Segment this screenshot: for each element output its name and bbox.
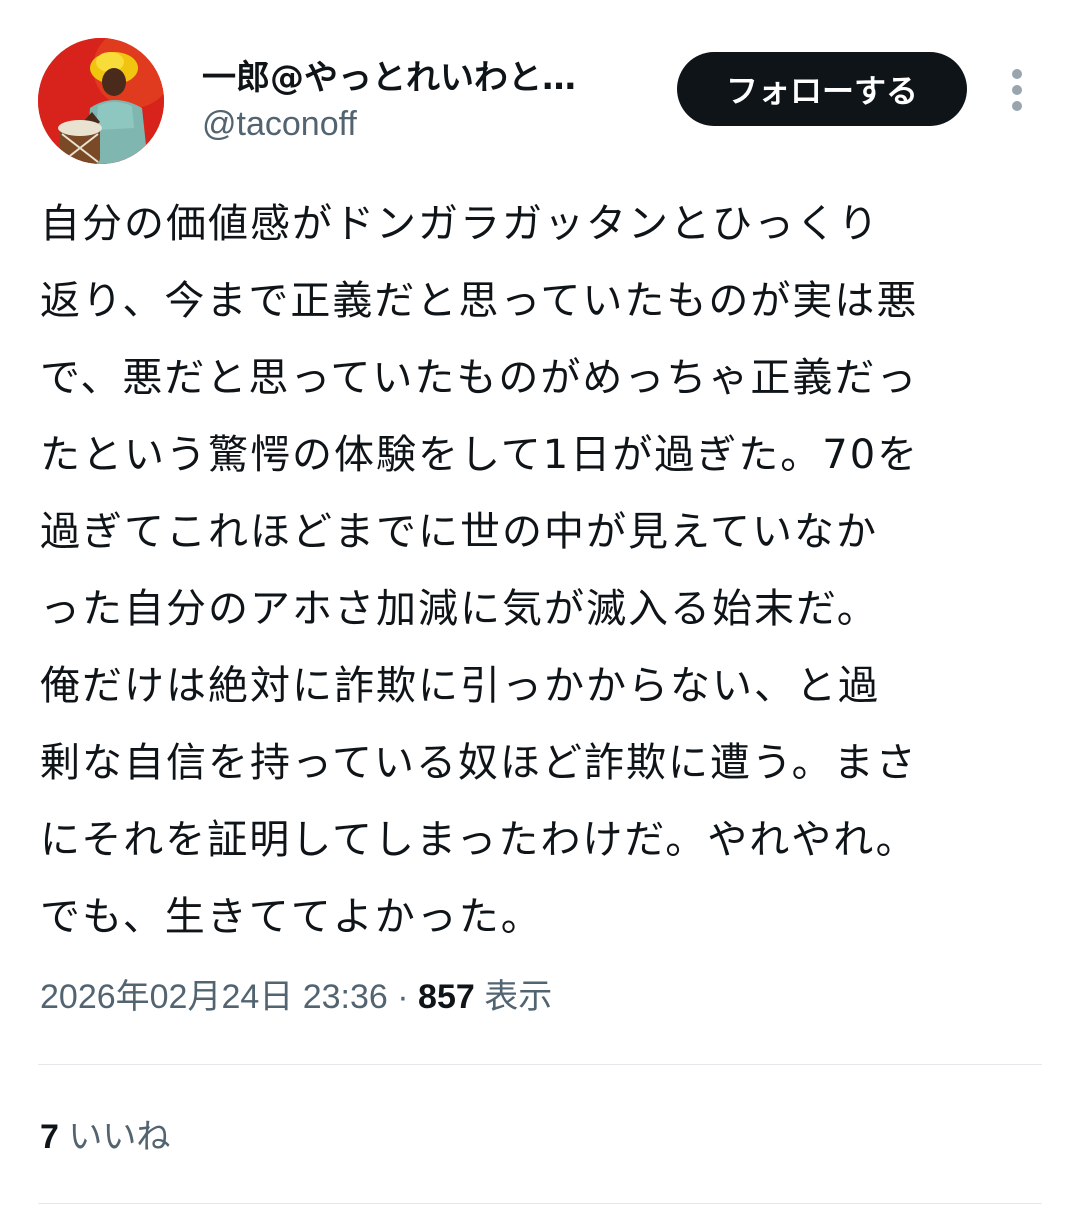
divider [38, 1203, 1042, 1204]
tweet-text-line: で、悪だと思っていたものがめっちゃ正義だっ [40, 355, 919, 401]
tweet-meta: 2026年02月24日 23:36 · 857 表示 [40, 972, 552, 1022]
meta-separator: · [387, 978, 419, 1016]
tweet-text-line: 返り、今まで正義だと思っていたものが実は悪 [40, 278, 919, 324]
tweet-text: 自分の価値感がドンガラガッタンとひっくり 返り、今まで正義だと思っていたものが実… [40, 186, 1050, 956]
tweet-text-line: 過ぎてこれほどまでに世の中が見えていなか [40, 509, 878, 555]
views-count: 857 [418, 978, 475, 1016]
avatar[interactable] [38, 38, 164, 164]
profile-photo-icon [38, 38, 164, 164]
user-handle[interactable]: @taconoff [202, 102, 357, 146]
timestamp[interactable]: 2026年02月24日 23:36 [40, 978, 388, 1016]
more-options-button[interactable] [1000, 66, 1034, 114]
tweet-text-line: でも、生きててよかった。 [40, 894, 543, 940]
tweet-text-line: たという驚愕の体験をして1日が過ぎた。70を [40, 432, 920, 478]
views-label: 表示 [474, 978, 553, 1016]
likes-stat[interactable]: 7 いいね [40, 1112, 170, 1162]
more-vertical-icon [1012, 69, 1022, 111]
tweet-text-line: った自分のアホさ加減に気が滅入る始末だ。 [40, 586, 879, 632]
divider [38, 1064, 1042, 1065]
tweet-text-line: 剰な自信を持っている奴ほど詐欺に遭う。まさ [40, 740, 918, 786]
display-name[interactable]: 一郎@やっとれいわと… [202, 56, 642, 100]
tweet-text-line: 自分の価値感がドンガラガッタンとひっくり [40, 201, 880, 247]
likes-count: 7 [40, 1118, 59, 1156]
tweet-text-line: にそれを証明してしまったわけだ。やれやれ。 [40, 817, 918, 863]
follow-button[interactable]: フォローする [677, 52, 967, 126]
tweet-text-line: 俺だけは絶対に詐欺に引っかからない、と過 [40, 663, 880, 709]
likes-label: いいね [58, 1118, 171, 1156]
tweet-header: 一郎@やっとれいわと… @taconoff フォローする [0, 0, 1080, 170]
